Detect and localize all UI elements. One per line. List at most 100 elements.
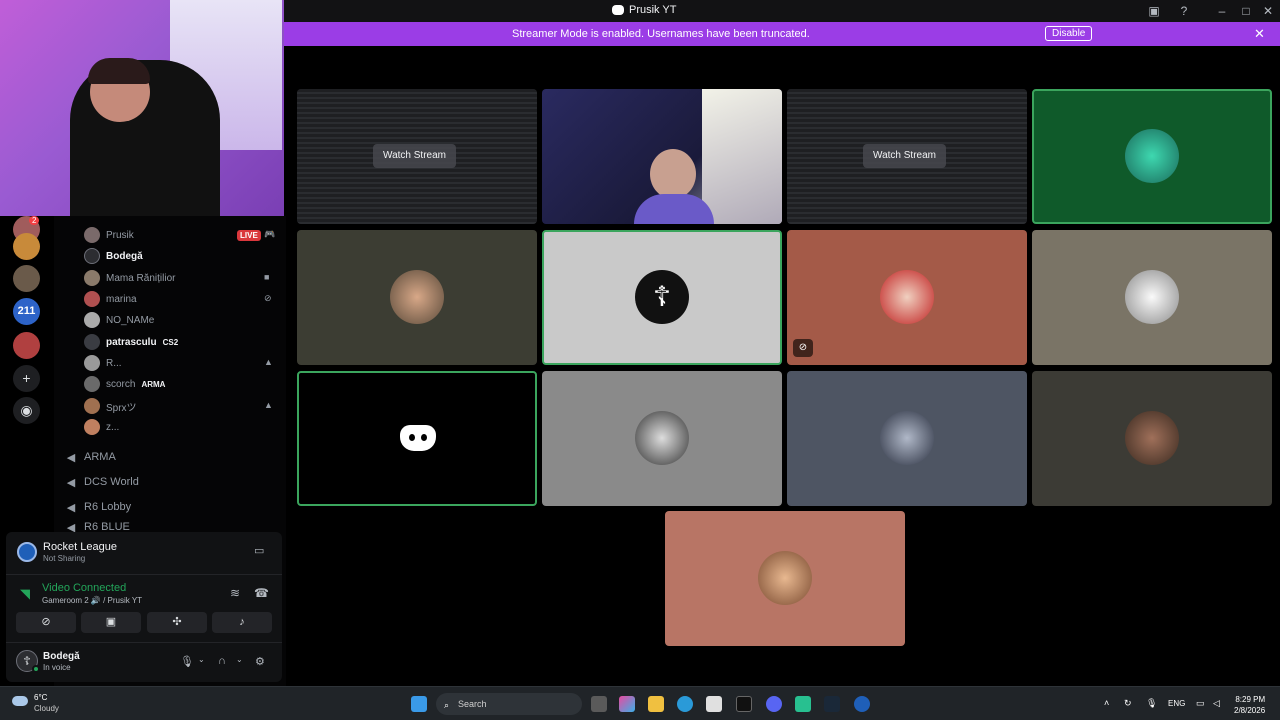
server-icon[interactable]: 211 [13, 298, 40, 325]
avatar [84, 355, 100, 371]
voice-member[interactable]: z... [84, 418, 119, 436]
server-icon[interactable] [13, 332, 40, 359]
voice-member[interactable]: Mama Rănițilior [84, 269, 175, 287]
participant-tile[interactable] [665, 511, 905, 646]
weather-temp[interactable]: 6°C [34, 693, 47, 702]
noise-suppression-icon[interactable]: ≋ [230, 586, 240, 600]
edge-icon[interactable] [677, 696, 693, 712]
help-icon[interactable]: ? [1176, 3, 1192, 19]
voice-member[interactable]: NO_NAMe [84, 311, 154, 329]
participant-tile[interactable] [1032, 230, 1272, 365]
file-explorer-icon[interactable] [648, 696, 664, 712]
weather-condition[interactable]: Cloudy [34, 704, 59, 713]
watch-stream-button[interactable]: Watch Stream [373, 144, 456, 168]
stream-tile[interactable]: Watch Stream [787, 89, 1027, 224]
inbox-icon[interactable]: ▣ [1146, 3, 1162, 19]
activities-button[interactable]: ✣ [147, 612, 207, 633]
speaker-icon: ◀ [66, 451, 76, 464]
discord-taskbar-icon[interactable] [766, 696, 782, 712]
banner-text: Streamer Mode is enabled. Usernames have… [512, 28, 810, 40]
voice-member[interactable]: Prusik [84, 226, 134, 244]
discover-icon[interactable]: ◉ [13, 397, 40, 424]
voice-member[interactable]: scorch ARMA [84, 375, 165, 393]
chevron-down-icon[interactable]: ⌄ [236, 655, 243, 664]
watch-stream-button[interactable]: Watch Stream [863, 144, 946, 168]
voice-channel[interactable]: ◀ ARMA [66, 447, 116, 467]
participant-tile[interactable] [542, 371, 782, 506]
steam-icon[interactable] [824, 696, 840, 712]
voice-member[interactable]: R... [84, 354, 122, 372]
settings-gear-icon[interactable]: ⚙ [255, 655, 265, 668]
channel-name: R6 BLUE [84, 522, 130, 532]
avatar [84, 334, 100, 350]
server-icon[interactable] [13, 265, 40, 292]
start-icon[interactable] [411, 696, 427, 712]
voice-channel[interactable]: ◀ R6 Lobby [66, 497, 131, 517]
chevron-up-icon[interactable]: ˄ [1104, 698, 1109, 708]
speaker-icon: ◀ [66, 476, 76, 489]
participant-tile[interactable] [787, 371, 1027, 506]
member-name: NO_NAMe [106, 314, 155, 326]
participant-tile[interactable] [297, 230, 537, 365]
discord-default-avatar-icon [400, 425, 436, 451]
microphone-tray-icon[interactable]: 🎙 [1146, 698, 1157, 709]
member-name: Bodegă [106, 250, 143, 262]
window-title-text: Prusik YT [629, 4, 677, 16]
chevron-down-icon[interactable]: ⌄ [198, 655, 205, 664]
cat-avatar [1125, 270, 1179, 324]
avatar [84, 270, 100, 286]
app-icon[interactable] [795, 696, 811, 712]
webcam-hair [88, 58, 150, 84]
participant-tile[interactable]: ☦ [542, 230, 782, 365]
maximize-button[interactable]: □ [1238, 3, 1254, 19]
avatar [84, 227, 100, 243]
microphone-icon[interactable]: 🎙 [180, 655, 194, 668]
camera-off-button[interactable]: ⊘ [16, 612, 76, 633]
voice-member[interactable]: marina [84, 290, 137, 308]
voice-member[interactable]: patrasculu CS2 [84, 333, 178, 351]
activity-subtitle: Not Sharing [43, 554, 86, 563]
store-icon[interactable] [706, 696, 722, 712]
language-indicator[interactable]: ENG [1168, 699, 1185, 708]
member-name: patrasculu [106, 336, 157, 348]
voice-member[interactable]: Sprxツ [84, 397, 137, 415]
server-icon[interactable] [13, 233, 40, 260]
screen-share-button[interactable]: ▣ [81, 612, 141, 633]
voice-channel[interactable]: ◀ R6 BLUE [66, 522, 130, 532]
minimize-button[interactable]: – [1214, 3, 1230, 19]
rocket-league-taskbar-icon[interactable] [854, 696, 870, 712]
video-tile[interactable] [542, 89, 782, 224]
voice-member[interactable]: Bodegă [84, 247, 143, 265]
voice-channel[interactable]: ◀ DCS World [66, 472, 139, 492]
volume-icon[interactable]: ◁ [1213, 698, 1220, 709]
member-name: marina [106, 293, 137, 305]
user-name[interactable]: Bodegă [43, 651, 80, 662]
sync-icon[interactable]: ↻ [1124, 698, 1132, 709]
camera-icon: ■ [264, 272, 270, 282]
clock[interactable]: 8:29 PM 2/8/2026 [1234, 694, 1265, 716]
voice-location[interactable]: Gameroom 2 🔊 / Prusik YT [42, 596, 142, 605]
participant-tile[interactable]: ⊘ [787, 230, 1027, 365]
avatar [84, 419, 100, 435]
member-name: R... [106, 357, 122, 369]
participant-tile[interactable] [297, 371, 537, 506]
task-view-icon[interactable] [591, 696, 607, 712]
copilot-icon[interactable] [619, 696, 635, 712]
disconnect-icon[interactable]: ☎ [254, 586, 269, 600]
add-server-icon[interactable]: + [13, 365, 40, 392]
participant-avatar [1125, 129, 1179, 183]
share-screen-icon[interactable]: ▭ [254, 544, 264, 557]
stream-tile[interactable]: Watch Stream [297, 89, 537, 224]
participant-tile[interactable] [1032, 89, 1272, 224]
disable-streamer-mode-button[interactable]: Disable [1045, 26, 1093, 41]
taskbar-search[interactable]: Search [436, 693, 582, 715]
soundboard-button[interactable]: ♪ [212, 612, 272, 633]
headphones-icon[interactable]: ∩ [218, 655, 226, 667]
close-window-button[interactable]: ✕ [1260, 3, 1276, 19]
channel-name: DCS World [84, 476, 139, 488]
video-background [702, 89, 782, 224]
network-icon[interactable]: ▭ [1196, 698, 1205, 709]
participant-tile[interactable] [1032, 371, 1272, 506]
app-icon[interactable] [736, 696, 752, 712]
close-banner-icon[interactable]: ✕ [1254, 26, 1265, 42]
